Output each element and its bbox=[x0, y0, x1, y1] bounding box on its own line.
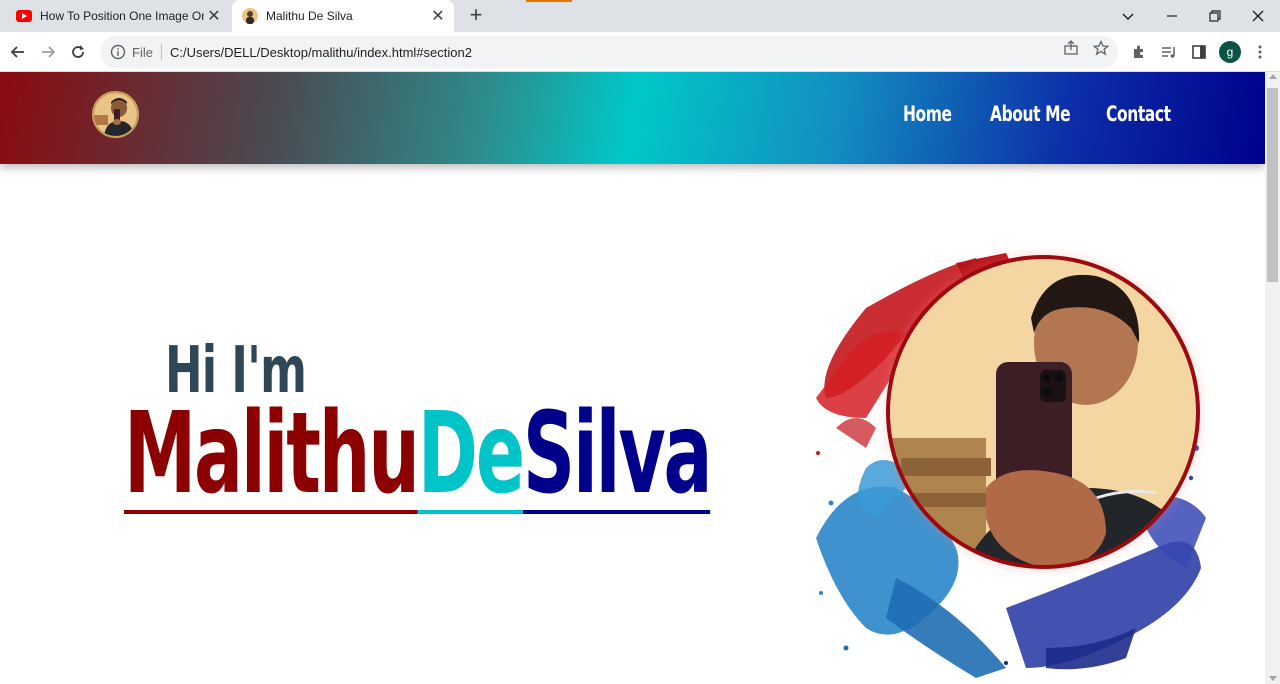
new-tab-button[interactable]: + bbox=[464, 4, 488, 28]
extensions-icon[interactable] bbox=[1129, 42, 1149, 62]
back-arrow-icon bbox=[10, 46, 24, 58]
side-panel-icon[interactable] bbox=[1189, 42, 1209, 62]
url-text[interactable]: C:/Users/DELL/Desktop/malithu/index.html… bbox=[170, 45, 472, 60]
name-part-middle: De bbox=[417, 389, 525, 519]
tab-search-icon[interactable] bbox=[1106, 0, 1150, 32]
tab-title: Malithu De Silva bbox=[266, 9, 353, 23]
hero-profile-image bbox=[816, 248, 1209, 678]
info-icon[interactable] bbox=[110, 44, 126, 60]
name-part-last: Silva bbox=[522, 389, 712, 519]
profile-avatar[interactable]: g bbox=[1219, 41, 1241, 63]
reload-button[interactable] bbox=[64, 38, 92, 66]
tab-youtube[interactable]: How To Position One Image On T ✕ bbox=[8, 0, 230, 32]
avatar-favicon-icon bbox=[242, 8, 258, 24]
back-button[interactable] bbox=[4, 38, 32, 66]
media-controls-icon[interactable] bbox=[1159, 42, 1179, 62]
forward-arrow-icon bbox=[42, 46, 56, 58]
forward-button[interactable] bbox=[34, 38, 62, 66]
page-scrollbar[interactable] bbox=[1265, 72, 1280, 684]
hero-name: MalithuDeSilva bbox=[124, 398, 712, 514]
tab-strip-accent bbox=[526, 0, 572, 2]
scroll-down-icon[interactable] bbox=[1269, 676, 1277, 681]
restore-icon[interactable] bbox=[1193, 0, 1237, 32]
share-icon[interactable] bbox=[1063, 40, 1079, 56]
avatar-image bbox=[94, 93, 137, 136]
page-viewport: Home About Me Contact Hi I'm MalithuDeSi… bbox=[0, 72, 1265, 684]
tab-close-icon[interactable]: ✕ bbox=[428, 6, 448, 26]
tab-close-icon[interactable]: ✕ bbox=[204, 6, 224, 26]
logo-avatar[interactable] bbox=[92, 91, 139, 138]
site-header: Home About Me Contact bbox=[0, 72, 1265, 164]
menu-kebab-icon[interactable] bbox=[1250, 42, 1270, 62]
reload-icon bbox=[72, 45, 84, 58]
scroll-up-icon[interactable] bbox=[1269, 74, 1277, 79]
minimize-icon[interactable] bbox=[1150, 0, 1194, 32]
bookmark-star-icon[interactable] bbox=[1093, 40, 1109, 56]
name-part-first: Malithu bbox=[124, 389, 420, 519]
nav-about-link[interactable]: About Me bbox=[990, 102, 1071, 126]
address-bar[interactable]: File C:/Users/DELL/Desktop/malithu/index… bbox=[100, 36, 1118, 68]
youtube-icon bbox=[16, 10, 32, 22]
scroll-thumb[interactable] bbox=[1267, 88, 1278, 282]
address-separator bbox=[160, 44, 162, 60]
tab-title: How To Position One Image On T bbox=[40, 9, 204, 23]
tab-strip: How To Position One Image On T ✕ Malithu… bbox=[0, 0, 1280, 32]
nav-home-link[interactable]: Home bbox=[903, 102, 952, 126]
scheme-label: File bbox=[132, 44, 153, 60]
browser-toolbar: File C:/Users/DELL/Desktop/malithu/index… bbox=[0, 32, 1280, 72]
tab-malithu[interactable]: Malithu De Silva ✕ bbox=[232, 0, 454, 32]
nav-contact-link[interactable]: Contact bbox=[1106, 102, 1171, 126]
close-window-icon[interactable] bbox=[1236, 0, 1280, 32]
